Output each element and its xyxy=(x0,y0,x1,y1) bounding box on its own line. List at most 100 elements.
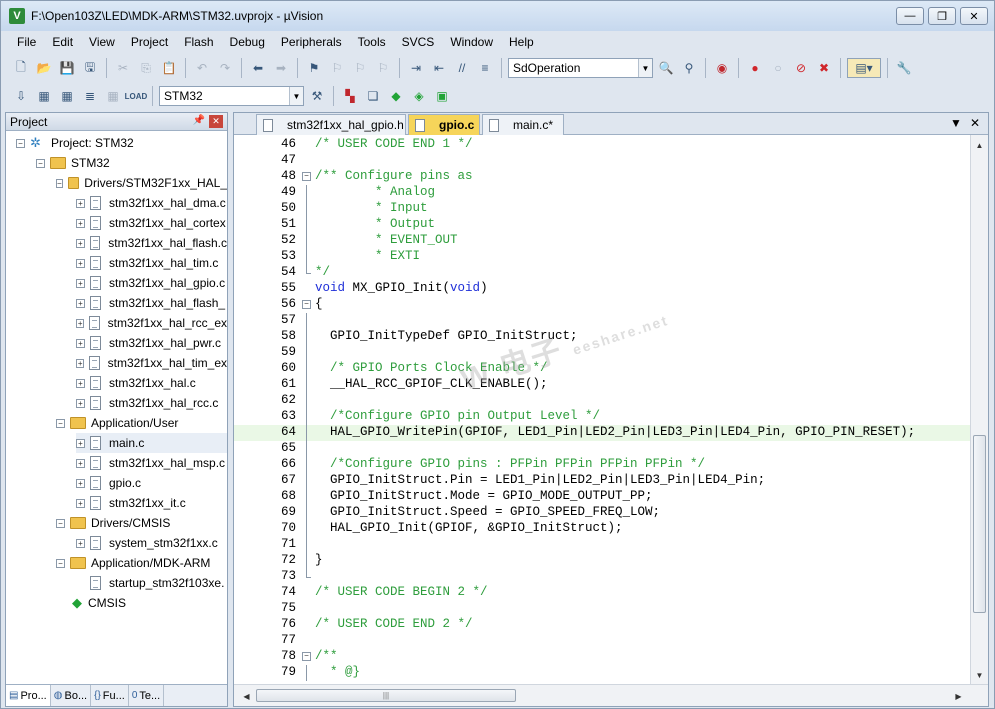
target-combo[interactable]: STM32 ▼ xyxy=(159,86,304,106)
tree-file[interactable]: + stm32f1xx_hal.c xyxy=(76,373,227,393)
code-line[interactable]: 71 xyxy=(234,537,970,553)
code-line[interactable]: 67 GPIO_InitStruct.Pin = LED1_Pin|LED2_P… xyxy=(234,473,970,489)
code-line[interactable]: 47 xyxy=(234,153,970,169)
code-editor[interactable]: 46/* USER CODE END 1 */47 48−/** Configur… xyxy=(234,135,970,685)
code-line[interactable]: 75 xyxy=(234,601,970,617)
uncomment-icon[interactable]: ≡ xyxy=(475,58,495,78)
code-line[interactable]: 76 /* USER CODE END 2 */ xyxy=(234,617,970,633)
code-line[interactable]: 46 /* USER CODE END 1 */ xyxy=(234,137,970,153)
new-file-icon[interactable]: 🗋 xyxy=(11,58,31,78)
tree-target[interactable]: − STM32 xyxy=(36,153,110,173)
kill-all-breakpoints-icon[interactable]: ✖ xyxy=(814,58,834,78)
tree-file[interactable]: + stm32f1xx_hal_flash.c xyxy=(76,233,227,253)
code-line[interactable]: 51 * Output xyxy=(234,217,970,233)
tree-file[interactable]: + stm32f1xx_hal_rcc_ex xyxy=(76,313,227,333)
expand-icon[interactable]: + xyxy=(76,218,85,228)
file-extensions-icon[interactable]: ▚ xyxy=(340,86,360,106)
tree-file[interactable]: + stm32f1xx_hal_dma.c xyxy=(76,193,227,213)
expand-icon[interactable]: + xyxy=(76,198,85,208)
code-line[interactable]: 52 * EVENT_OUT xyxy=(234,233,970,249)
code-line[interactable]: 72} xyxy=(234,553,970,569)
collapse-icon[interactable]: − xyxy=(56,418,65,428)
tree-group[interactable]: − Application/MDK-ARM xyxy=(56,553,227,573)
tree-file[interactable]: + stm32f1xx_hal_tim_ex xyxy=(76,353,227,373)
expand-icon[interactable]: + xyxy=(76,438,85,448)
code-line[interactable]: 78−/** xyxy=(234,649,970,665)
insert-breakpoint-icon[interactable]: ● xyxy=(745,58,765,78)
tab-main-c[interactable]: main.c* xyxy=(482,114,564,135)
batch-build-icon[interactable]: ≣ xyxy=(80,86,100,106)
target-options-icon[interactable]: ⚒ xyxy=(307,86,327,106)
expand-icon[interactable]: + xyxy=(76,398,85,408)
tab-gpio-c[interactable]: gpio.c xyxy=(408,114,480,135)
menu-svcs[interactable]: SVCS xyxy=(394,35,443,49)
expand-icon[interactable]: + xyxy=(76,298,85,308)
code-line[interactable]: 74 /* USER CODE BEGIN 2 */ xyxy=(234,585,970,601)
menu-view[interactable]: View xyxy=(81,35,123,49)
code-line[interactable]: 66 /*Configure GPIO pins : PFPin PFPin P… xyxy=(234,457,970,473)
tree-group[interactable]: − Drivers/STM32F1xx_HAL_ xyxy=(56,173,227,193)
minimize-button[interactable]: — xyxy=(896,7,924,25)
code-line[interactable]: 48−/** Configure pins as xyxy=(234,169,970,185)
menu-project[interactable]: Project xyxy=(123,35,176,49)
undo-icon[interactable]: ↶ xyxy=(192,58,212,78)
maximize-button[interactable]: ❐ xyxy=(928,7,956,25)
menu-peripherals[interactable]: Peripherals xyxy=(273,35,350,49)
stop-build-icon[interactable]: ▦ xyxy=(103,86,123,106)
tree-file[interactable]: + stm32f1xx_hal_msp.c xyxy=(76,453,227,473)
tree-file[interactable]: ◆ CMSIS xyxy=(72,593,227,613)
save-icon[interactable]: 💾 xyxy=(57,58,77,78)
code-line[interactable]: 70 HAL_GPIO_Init(GPIOF, &GPIO_InitStruct… xyxy=(234,521,970,537)
expand-icon[interactable]: + xyxy=(76,318,85,328)
chevron-down-icon[interactable]: ▼ xyxy=(638,59,652,77)
horizontal-scroll-thumb[interactable]: ||| xyxy=(256,689,516,702)
tab-templates[interactable]: 0 Te... xyxy=(129,685,165,706)
expand-icon[interactable]: + xyxy=(76,238,85,248)
fold-toggle-icon[interactable]: − xyxy=(302,172,311,181)
translate-icon[interactable]: ⇩ xyxy=(11,86,31,106)
vertical-scroll-thumb[interactable] xyxy=(973,435,986,613)
menu-debug[interactable]: Debug xyxy=(222,35,273,49)
tree-file[interactable]: + stm32f1xx_hal_cortex xyxy=(76,213,227,233)
open-file-icon[interactable]: 📂 xyxy=(34,58,54,78)
menu-help[interactable]: Help xyxy=(501,35,542,49)
code-line[interactable]: 54 */ xyxy=(234,265,970,281)
expand-icon[interactable]: + xyxy=(76,258,85,268)
tree-group[interactable]: − Drivers/CMSIS xyxy=(56,513,227,533)
tree-root[interactable]: − ✲ Project: STM32 xyxy=(16,133,134,153)
bookmark-icon[interactable]: ⚑ xyxy=(304,58,324,78)
redo-icon[interactable]: ↷ xyxy=(215,58,235,78)
expand-icon[interactable]: + xyxy=(76,378,85,388)
chevron-down-icon[interactable]: ▼ xyxy=(289,87,303,105)
code-line[interactable]: 69 GPIO_InitStruct.Speed = GPIO_SPEED_FR… xyxy=(234,505,970,521)
start-debug-icon[interactable]: ◉ xyxy=(712,58,732,78)
code-line[interactable]: 50 * Input xyxy=(234,201,970,217)
collapse-icon[interactable]: − xyxy=(56,558,65,568)
unindent-icon[interactable]: ⇤ xyxy=(429,58,449,78)
expand-icon[interactable]: + xyxy=(76,358,85,368)
tree-file[interactable]: startup_stm32f103xe. xyxy=(76,573,227,593)
code-line[interactable]: 77 xyxy=(234,633,970,649)
window-layout-icon[interactable]: ▤▾ xyxy=(847,58,881,78)
find-combo[interactable]: SdOperation ▼ xyxy=(508,58,653,78)
code-line[interactable]: 60 /* GPIO Ports Clock Enable */ xyxy=(234,361,970,377)
comment-icon[interactable]: // xyxy=(452,58,472,78)
scroll-up-icon[interactable]: ▲ xyxy=(971,137,988,153)
save-all-icon[interactable]: 🖫 xyxy=(80,58,100,78)
collapse-icon[interactable]: − xyxy=(56,518,65,528)
tab-stm32f1xx-hal-gpio-h[interactable]: stm32f1xx_hal_gpio.h xyxy=(256,114,406,135)
tree-file[interactable]: + stm32f1xx_hal_flash_ xyxy=(76,293,227,313)
menu-tools[interactable]: Tools xyxy=(350,35,394,49)
expand-icon[interactable]: + xyxy=(76,498,85,508)
code-line[interactable]: 68 GPIO_InitStruct.Mode = GPIO_MODE_OUTP… xyxy=(234,489,970,505)
fold-toggle-icon[interactable]: − xyxy=(302,652,311,661)
disable-breakpoint-icon[interactable]: ○ xyxy=(768,58,788,78)
disable-all-breakpoints-icon[interactable]: ⊘ xyxy=(791,58,811,78)
menu-file[interactable]: File xyxy=(9,35,44,49)
tree-file[interactable]: + main.c xyxy=(76,433,227,453)
find-in-files-icon[interactable]: 🔍 xyxy=(656,58,676,78)
configure-icon[interactable]: 🔧 xyxy=(894,58,914,78)
copy-icon[interactable]: ⎘ xyxy=(136,58,156,78)
rebuild-icon[interactable]: ▦ xyxy=(57,86,77,106)
tree-group[interactable]: − Application/User xyxy=(56,413,227,433)
